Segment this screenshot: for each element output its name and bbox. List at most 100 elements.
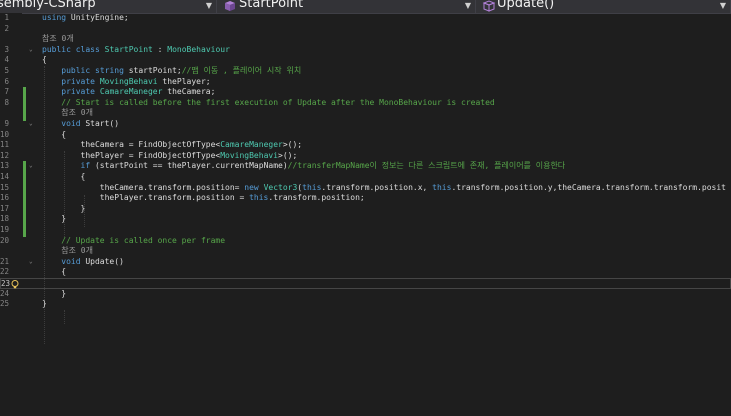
chevron-down-icon[interactable]: ▼: [465, 1, 471, 10]
class-dropdown[interactable]: StartPoint ▼: [217, 0, 476, 13]
line-number: 25: [0, 299, 10, 309]
code-line[interactable]: 18 }: [0, 214, 731, 225]
code-token: string: [95, 66, 124, 75]
chevron-down-icon[interactable]: ▼: [720, 1, 726, 10]
code-line[interactable]: 24 }: [0, 289, 731, 300]
code-text: 참조 0개: [42, 34, 74, 45]
code-line[interactable]: 23: [0, 278, 731, 289]
project-name: sembly-CSharp: [0, 0, 96, 11]
code-text: if (startPoint == thePlayer.currentMapNa…: [42, 161, 566, 172]
code-token: // Start is called before the first exec…: [61, 97, 495, 107]
code-token: CamareManeger: [220, 140, 283, 150]
code-line[interactable]: 12 thePlayer = FindObjectOfType<MovingBe…: [0, 151, 731, 162]
code-line[interactable]: 17 }: [0, 204, 731, 215]
code-line[interactable]: 1 using UnityEngine;: [0, 13, 731, 24]
line-number: 14: [0, 172, 10, 181]
code-token: 참조 0개: [42, 34, 74, 44]
code-line[interactable]: 20 // Update is called once per frame: [0, 236, 731, 247]
code-line[interactable]: 9 ⌄ void Start(): [0, 119, 731, 130]
line-number: 6: [4, 76, 9, 86]
code-token: .transform.position.x,: [321, 182, 433, 192]
code-token: thePlayer;: [157, 76, 211, 86]
code-line[interactable]: 10 {: [0, 130, 731, 141]
project-dropdown[interactable]: sembly-CSharp ▼: [0, 0, 217, 13]
line-number: 7: [4, 87, 9, 97]
method-cube-icon: [482, 0, 496, 12]
class-name: StartPoint: [239, 0, 304, 11]
code-line[interactable]: 14 {: [0, 172, 731, 183]
code-token: private: [61, 76, 95, 86]
code-text: private MovingBehavi thePlayer;: [42, 76, 211, 88]
code-text: thePlayer = FindObjectOfType<MovingBehav…: [42, 150, 298, 162]
code-token: this: [302, 182, 322, 192]
code-line[interactable]: 21 ⌄ void Update(): [0, 257, 731, 268]
line-number: 9: [4, 119, 9, 128]
code-token: 참조 0개: [61, 246, 93, 256]
code-token: >();: [278, 150, 298, 160]
code-token: public: [42, 44, 71, 54]
line-number: 10: [0, 129, 10, 139]
code-token: public: [61, 66, 91, 75]
code-text: theCamera = FindObjectOfType<CamareManeg…: [42, 140, 303, 151]
chevron-down-icon[interactable]: ▼: [206, 1, 212, 10]
line-number: 2: [4, 23, 9, 33]
code-line[interactable]: 16 thePlayer.transform.position = this.t…: [0, 193, 731, 204]
code-line[interactable]: 3 ⌄ public class StartPoint : MonoBehaviou…: [0, 45, 731, 56]
code-token: void: [61, 256, 81, 266]
code-line[interactable]: 25}: [0, 299, 731, 310]
code-token: CamareManeger: [99, 87, 163, 97]
member-dropdown[interactable]: Update() ▼: [476, 0, 731, 13]
code-token: MovingBehavi: [220, 150, 279, 160]
code-line[interactable]: 22 {: [0, 267, 731, 278]
code-line[interactable]: 8 // Start is called before the first ex…: [0, 98, 731, 109]
code-token: this: [249, 193, 269, 203]
codelens-reference[interactable]: 참조 0개: [0, 246, 731, 257]
line-number: 11: [0, 140, 10, 150]
code-text: // Update is called once per frame: [42, 236, 225, 247]
fold-toggle-icon[interactable]: ⌄: [29, 119, 33, 130]
navigation-bar: sembly-CSharp ▼ StartPoint ▼ Update() ▼: [0, 0, 731, 14]
code-token: void: [61, 119, 81, 128]
codelens-reference[interactable]: 참조 0개: [0, 34, 731, 45]
code-line[interactable]: 4{: [0, 55, 731, 66]
code-line[interactable]: 11 theCamera = FindObjectOfType<CamareMa…: [0, 140, 731, 151]
fold-toggle-icon[interactable]: ⌄: [29, 45, 33, 56]
code-text: // Start is called before the first exec…: [42, 97, 495, 109]
code-token: if: [80, 161, 91, 171]
indent-guide: [64, 310, 65, 324]
code-editor[interactable]: 1 using UnityEngine; 2 참조 0개 3 ⌄ public class …: [0, 13, 731, 416]
line-number: 8: [4, 97, 9, 107]
code-text: {: [42, 172, 86, 183]
code-line[interactable]: 13 ⌄ if (startPoint == thePlayer.currentM…: [0, 161, 731, 172]
line-number: 24: [0, 288, 10, 298]
line-number: 18: [0, 214, 10, 224]
line-number: 17: [0, 203, 10, 213]
fold-toggle-icon[interactable]: ⌄: [29, 161, 33, 172]
code-text: void Update(): [42, 257, 124, 268]
code-line[interactable]: 2: [0, 24, 731, 35]
code-text: 참조 0개: [42, 246, 93, 257]
code-text: using UnityEngine;: [42, 13, 129, 24]
code-line[interactable]: 5 public string startPoint;//맵 이동 , 플레이어…: [0, 66, 731, 77]
codelens-reference[interactable]: 참조 0개: [0, 108, 731, 119]
code-token: }: [42, 203, 86, 213]
code-token: class: [75, 44, 100, 54]
code-line[interactable]: 19: [0, 225, 731, 236]
code-token: (startPoint == thePlayer.currentMapName): [90, 161, 288, 171]
code-token: theCamera = FindObjectOfType<: [42, 140, 221, 150]
code-token: //맵 이동 , 플레이어 시작 위치: [181, 66, 302, 75]
code-text: {: [42, 55, 47, 66]
code-text: void Start(): [42, 119, 119, 130]
code-line[interactable]: 7 private CamareManeger theCamera;: [0, 87, 731, 98]
code-line[interactable]: 15 theCamera.transform.position= new Vec…: [0, 183, 731, 194]
fold-toggle-icon[interactable]: ⌄: [29, 257, 33, 268]
code-line[interactable]: 6 private MovingBehavi thePlayer;: [0, 77, 731, 88]
code-token: UnityEngine;: [66, 13, 129, 22]
code-token: theCamera.transform.position=: [42, 182, 245, 192]
